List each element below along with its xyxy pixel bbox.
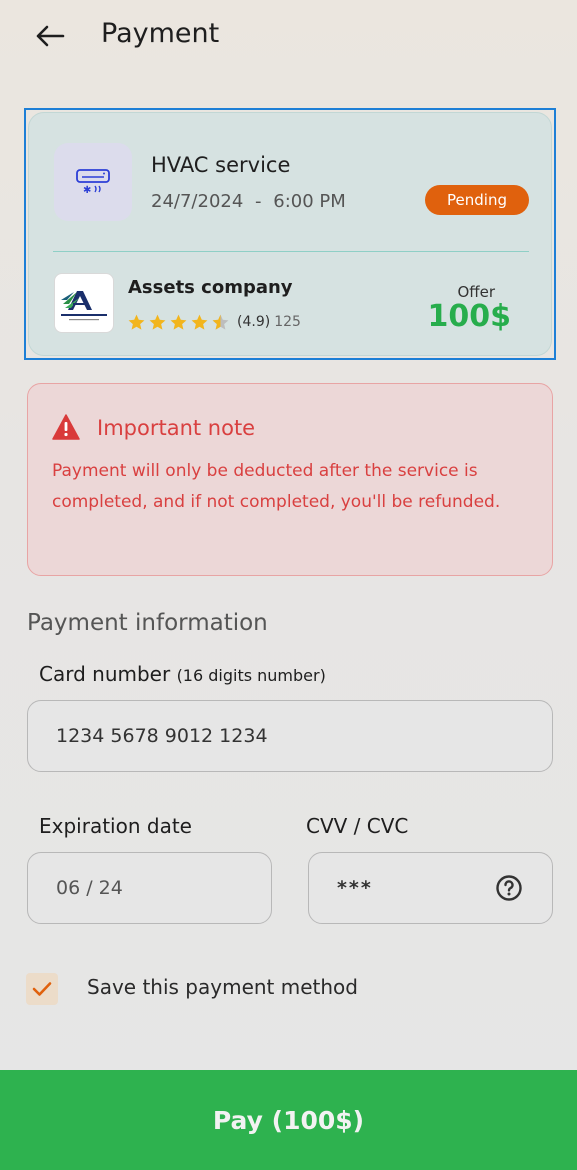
app-header: Payment: [0, 0, 577, 72]
warning-triangle-icon: [52, 414, 80, 440]
card-number-input[interactable]: [27, 700, 553, 772]
check-icon: [32, 982, 52, 996]
save-method-checkbox[interactable]: [26, 973, 58, 1005]
cvv-label: CVV / CVC: [306, 814, 409, 838]
card-number-label: Card number (16 digits number): [39, 662, 326, 686]
svg-text:✱: ✱: [83, 185, 91, 196]
service-datetime: 24/7/2024 - 6:00 PM: [151, 191, 346, 212]
air-conditioner-icon: ✱: [76, 169, 110, 196]
rating-value: (4.9): [237, 314, 271, 330]
service-date: 24/7/2024: [151, 191, 244, 212]
offer-price: 100$: [427, 299, 512, 334]
service-card-body: ✱ HVAC service 24/7/2024 - 6:00 PM Pendi…: [28, 112, 552, 356]
star-icon: [149, 314, 166, 330]
important-note: Important note Payment will only be dedu…: [27, 383, 553, 576]
date-separator: -: [255, 191, 262, 212]
card-divider: [53, 251, 529, 252]
card-number-label-text: Card number: [39, 662, 171, 686]
assets-company-logo-icon: [61, 291, 107, 321]
star-half-icon: [212, 314, 229, 330]
page-title: Payment: [101, 18, 220, 49]
expiration-date-label: Expiration date: [39, 814, 192, 838]
reviews-count: 125: [274, 314, 301, 330]
pay-button[interactable]: Pay (100$): [0, 1070, 577, 1170]
company-name: Assets company: [128, 277, 293, 298]
cvv-field: [308, 852, 553, 924]
service-time: 6:00 PM: [273, 191, 346, 212]
arrow-left-icon: [36, 25, 65, 47]
note-text: Payment will only be deducted after the …: [52, 461, 501, 512]
payment-info-title: Payment information: [27, 610, 268, 636]
star-icon: [191, 314, 208, 330]
company-rating: (4.9) 125: [127, 311, 301, 333]
note-title: Important note: [97, 416, 256, 440]
service-card[interactable]: ✱ HVAC service 24/7/2024 - 6:00 PM Pendi…: [24, 108, 556, 360]
star-icon: [128, 314, 145, 330]
status-badge: Pending: [425, 185, 529, 215]
service-icon-tile: ✱: [54, 143, 132, 221]
service-name: HVAC service: [151, 153, 291, 177]
expiration-date-input[interactable]: [27, 852, 272, 924]
company-logo: [54, 273, 114, 333]
card-number-hint: (16 digits number): [176, 666, 326, 685]
back-button[interactable]: [30, 18, 70, 54]
save-method-label[interactable]: Save this payment method: [87, 975, 358, 999]
star-icon: [170, 314, 187, 330]
question-circle-icon[interactable]: [495, 874, 523, 902]
